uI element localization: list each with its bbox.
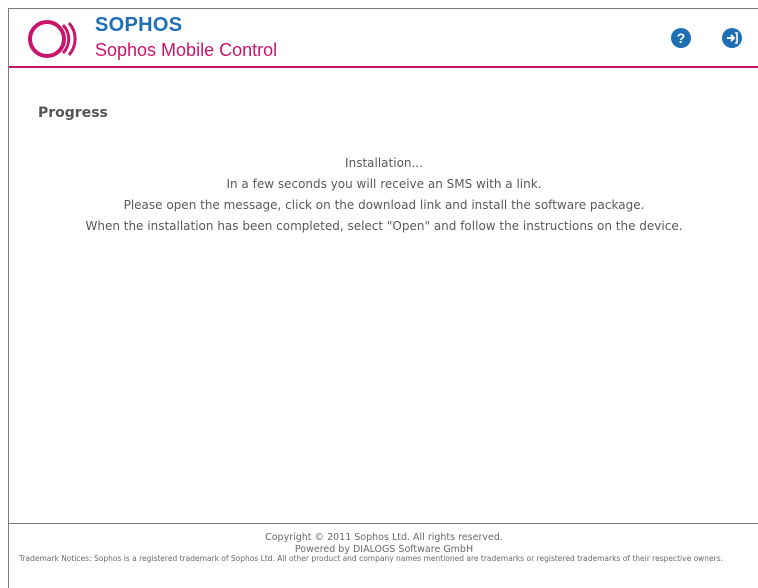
- installation-message: Installation... In a few seconds you wil…: [9, 153, 758, 237]
- app-frame: SOPHOS Sophos Mobile Control ? Progress …: [8, 8, 758, 588]
- help-icon[interactable]: ?: [671, 28, 691, 48]
- copyright-text: Copyright © 2011 Sophos Ltd. All rights …: [265, 532, 503, 543]
- logout-icon[interactable]: [722, 28, 742, 48]
- sophos-logo-icon: [28, 20, 77, 58]
- message-line-2: Please open the message, click on the do…: [123, 198, 645, 212]
- message-line-1: In a few seconds you will receive an SMS…: [226, 177, 542, 191]
- message-line-3: When the installation has been completed…: [85, 219, 683, 233]
- product-name: Sophos Mobile Control: [95, 40, 278, 60]
- status-text: Installation...: [345, 156, 423, 170]
- brand-name: SOPHOS: [95, 14, 183, 36]
- header: SOPHOS Sophos Mobile Control ?: [9, 9, 758, 68]
- logout-arrow-icon: [727, 32, 738, 44]
- trademark-notice: Trademark Notices: Sophos is a registere…: [18, 554, 724, 563]
- page-title: Progress: [38, 105, 108, 121]
